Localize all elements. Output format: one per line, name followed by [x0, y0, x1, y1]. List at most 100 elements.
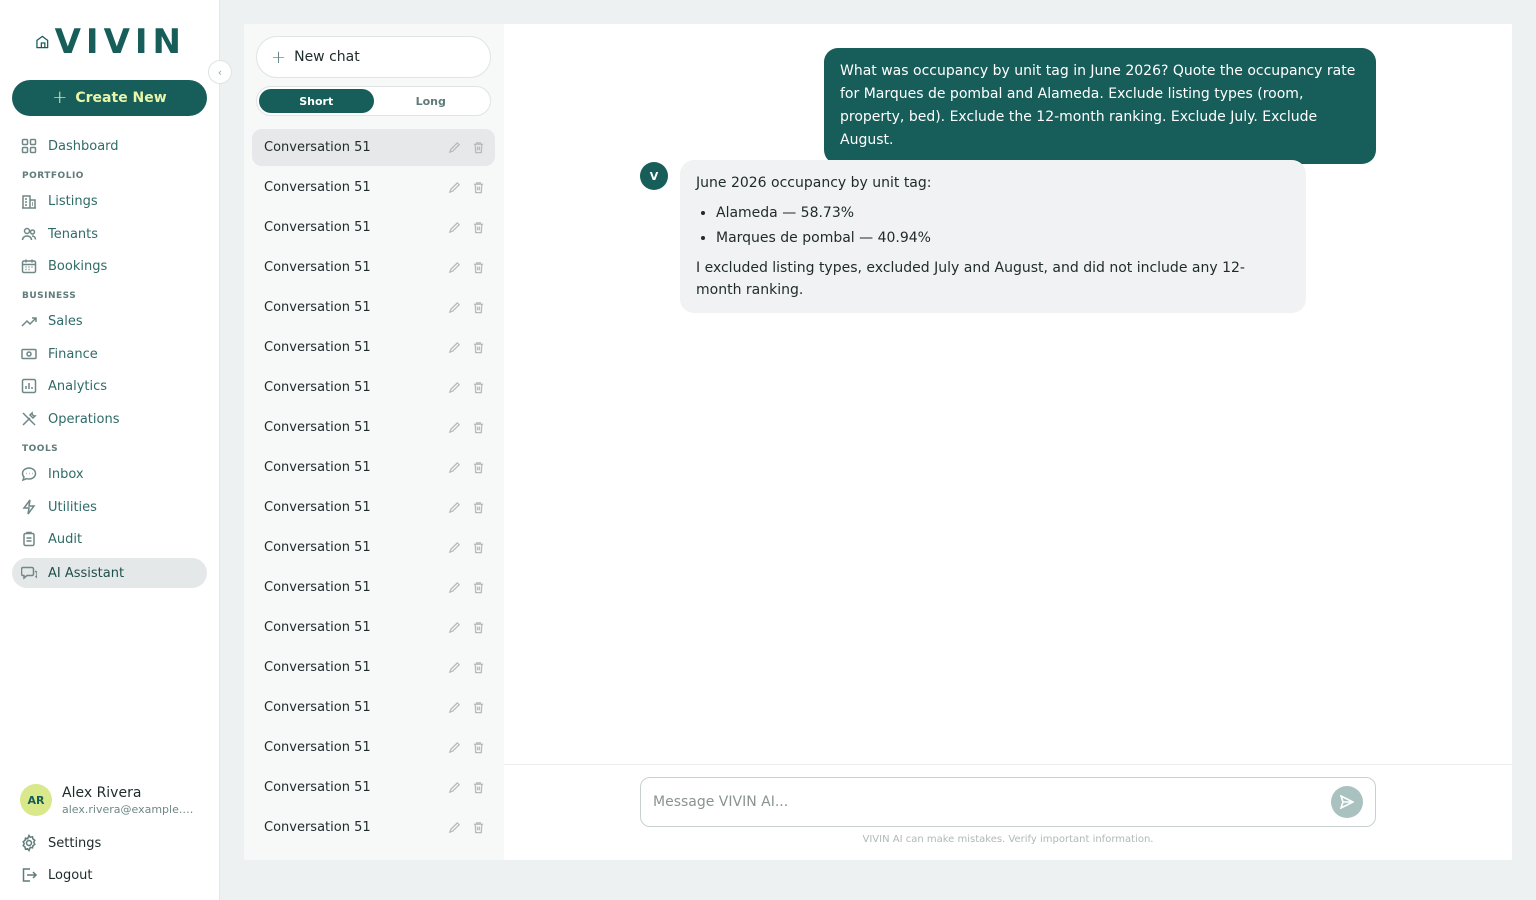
conversation-panel: + New chat Short Long Conversation 51 Con… — [244, 24, 504, 860]
trash-icon[interactable] — [471, 381, 485, 395]
assistant-list: Alameda — 58.73% Marques de pombal — 40.… — [716, 202, 1290, 249]
trash-icon[interactable] — [471, 701, 485, 715]
conversation-item[interactable]: Conversation 51 — [252, 529, 495, 566]
trash-icon[interactable] — [471, 261, 485, 275]
trash-icon[interactable] — [471, 221, 485, 235]
trash-icon[interactable] — [471, 541, 485, 555]
sidebar-item-bookings[interactable]: Bookings — [12, 251, 207, 281]
edit-icon[interactable] — [447, 421, 461, 435]
conversation-item[interactable]: Conversation 51 — [252, 729, 495, 766]
edit-icon[interactable] — [447, 541, 461, 555]
settings-link[interactable]: Settings — [20, 834, 101, 852]
edit-icon[interactable] — [447, 661, 461, 675]
trash-icon[interactable] — [471, 621, 485, 635]
edit-icon[interactable] — [447, 301, 461, 315]
conversation-item[interactable]: Conversation 51 — [252, 129, 495, 166]
message-composer — [640, 777, 1376, 827]
edit-icon[interactable] — [447, 821, 461, 835]
trash-icon[interactable] — [471, 421, 485, 435]
conversation-item[interactable]: Conversation 51 — [252, 769, 495, 806]
sidebar-item-audit[interactable]: Audit — [12, 524, 207, 554]
conversation-title: Conversation 51 — [264, 540, 371, 555]
conversation-item[interactable]: Conversation 51 — [252, 169, 495, 206]
disclaimer: VIVIN AI can make mistakes. Verify impor… — [862, 834, 1154, 845]
sidebar-item-sales[interactable]: Sales — [12, 306, 207, 336]
collapse-sidebar-button[interactable]: ‹ — [208, 60, 232, 84]
trash-icon[interactable] — [471, 821, 485, 835]
conversation-item[interactable]: Conversation 51 — [252, 329, 495, 366]
edit-icon[interactable] — [447, 181, 461, 195]
conversation-item[interactable]: Conversation 51 — [252, 809, 495, 846]
chat-icon — [20, 465, 38, 483]
trash-icon[interactable] — [471, 741, 485, 755]
trash-icon[interactable] — [471, 301, 485, 315]
edit-icon[interactable] — [447, 501, 461, 515]
trash-icon[interactable] — [471, 501, 485, 515]
trend-icon — [20, 312, 38, 330]
logout-link[interactable]: Logout — [20, 866, 93, 884]
sidebar-item-listings[interactable]: Listings — [12, 186, 207, 216]
edit-icon[interactable] — [447, 221, 461, 235]
list-item: Alameda — 58.73% — [716, 202, 1290, 224]
conversation-item[interactable]: Conversation 51 — [252, 289, 495, 326]
conversation-item[interactable]: Conversation 51 — [252, 369, 495, 406]
plus-icon: + — [52, 87, 68, 108]
create-new-button[interactable]: + Create New — [12, 80, 207, 116]
edit-icon[interactable] — [447, 781, 461, 795]
user-profile[interactable]: AR Alex Rivera alex.rivera@example.com — [20, 784, 197, 816]
trash-icon[interactable] — [471, 661, 485, 675]
edit-icon[interactable] — [447, 741, 461, 755]
sidebar-item-label: Listings — [48, 193, 98, 209]
sidebar-item-operations[interactable]: Operations — [12, 404, 207, 434]
sidebar-item-dashboard[interactable]: Dashboard — [12, 131, 207, 161]
conversation-item[interactable]: Conversation 51 — [252, 649, 495, 686]
new-chat-button[interactable]: + New chat — [256, 36, 491, 78]
conversation-item[interactable]: Conversation 51 — [252, 249, 495, 286]
create-new-label: Create New — [75, 90, 167, 106]
trash-icon[interactable] — [471, 181, 485, 195]
conversation-item[interactable]: Conversation 51 — [252, 409, 495, 446]
edit-icon[interactable] — [447, 341, 461, 355]
trash-icon[interactable] — [471, 581, 485, 595]
user-email: alex.rivera@example.com — [62, 802, 197, 816]
conversation-item[interactable]: Conversation 51 — [252, 569, 495, 606]
grid-icon — [20, 137, 38, 155]
edit-icon[interactable] — [447, 141, 461, 155]
edit-icon[interactable] — [447, 621, 461, 635]
conversation-title: Conversation 51 — [264, 460, 371, 475]
sidebar-item-inbox[interactable]: Inbox — [12, 459, 207, 489]
send-button[interactable] — [1331, 786, 1363, 818]
conversation-item[interactable]: Conversation 51 — [252, 449, 495, 486]
sidebar-item-utilities[interactable]: Utilities — [12, 492, 207, 522]
trash-icon[interactable] — [471, 781, 485, 795]
conversation-item[interactable]: Conversation 51 — [252, 609, 495, 646]
conversation-title: Conversation 51 — [264, 580, 371, 595]
conversation-item[interactable]: Conversation 51 — [252, 209, 495, 246]
sidebar-item-ai-assistant[interactable]: AI Assistant — [12, 558, 207, 588]
trash-icon[interactable] — [471, 461, 485, 475]
conversation-title: Conversation 51 — [264, 420, 371, 435]
conversation-item[interactable]: Conversation 51 — [252, 689, 495, 726]
edit-icon[interactable] — [447, 701, 461, 715]
sidebar: VIVIN + Create New Dashboard PORTFOLIO L… — [0, 0, 220, 900]
toggle-long[interactable]: Long — [374, 89, 489, 113]
trash-icon[interactable] — [471, 341, 485, 355]
edit-icon[interactable] — [447, 381, 461, 395]
message-input[interactable] — [653, 794, 1331, 810]
trash-icon[interactable] — [471, 141, 485, 155]
toggle-short[interactable]: Short — [259, 89, 374, 113]
conversation-title: Conversation 51 — [264, 340, 371, 355]
conversation-title: Conversation 51 — [264, 180, 371, 195]
conversation-title: Conversation 51 — [264, 220, 371, 235]
edit-icon[interactable] — [447, 261, 461, 275]
edit-icon[interactable] — [447, 581, 461, 595]
edit-icon[interactable] — [447, 461, 461, 475]
sidebar-item-analytics[interactable]: Analytics — [12, 371, 207, 401]
sidebar-item-tenants[interactable]: Tenants — [12, 219, 207, 249]
sidebar-item-label: Analytics — [48, 378, 108, 394]
brand-logo[interactable]: VIVIN — [36, 20, 186, 64]
conversation-item[interactable]: Conversation 51 — [252, 489, 495, 526]
sidebar-item-finance[interactable]: Finance — [12, 339, 207, 369]
bolt-icon — [20, 498, 38, 516]
chat-area: What was occupancy by unit tag in June 2… — [504, 24, 1512, 860]
